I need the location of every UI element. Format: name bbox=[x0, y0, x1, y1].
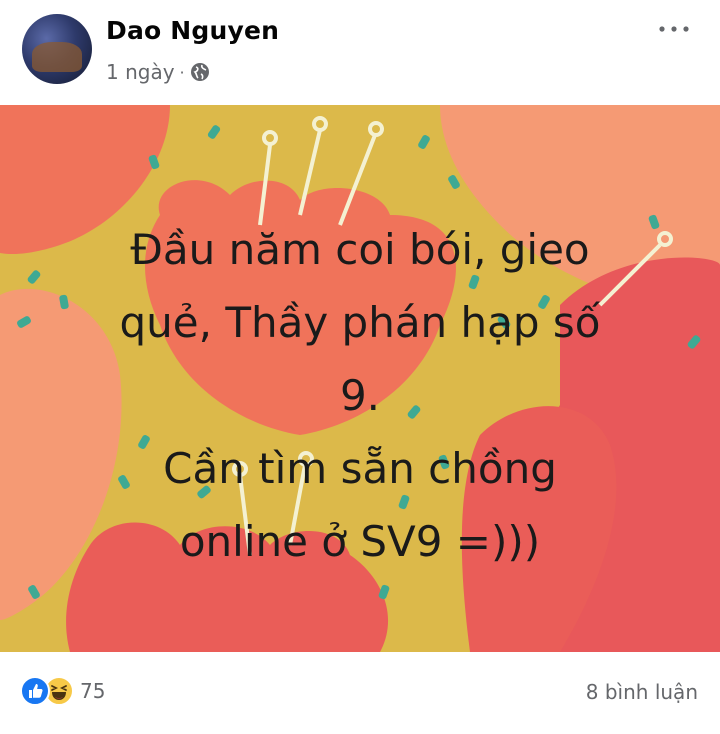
like-icon bbox=[20, 676, 50, 706]
reaction-count: 75 bbox=[80, 679, 106, 703]
post-footer: 75 8 bình luận bbox=[0, 652, 720, 734]
post-meta: 1 ngày · bbox=[106, 60, 210, 84]
post-image[interactable]: Đầu năm coi bói, gieo quẻ, Thầy phán hạp… bbox=[0, 105, 720, 652]
globe-icon[interactable] bbox=[190, 62, 210, 82]
post-header: Dao Nguyen 1 ngày · bbox=[0, 0, 720, 105]
reactions-summary[interactable]: 75 bbox=[20, 676, 105, 706]
post-timestamp[interactable]: 1 ngày bbox=[106, 60, 175, 84]
author-name[interactable]: Dao Nguyen bbox=[106, 16, 279, 45]
comments-count[interactable]: 8 bình luận bbox=[586, 680, 698, 704]
author-avatar[interactable] bbox=[22, 14, 92, 84]
meta-separator: · bbox=[179, 62, 185, 82]
more-horizontal-icon[interactable] bbox=[656, 20, 692, 38]
post-text: Đầu năm coi bói, gieo quẻ, Thầy phán hạp… bbox=[119, 225, 601, 566]
